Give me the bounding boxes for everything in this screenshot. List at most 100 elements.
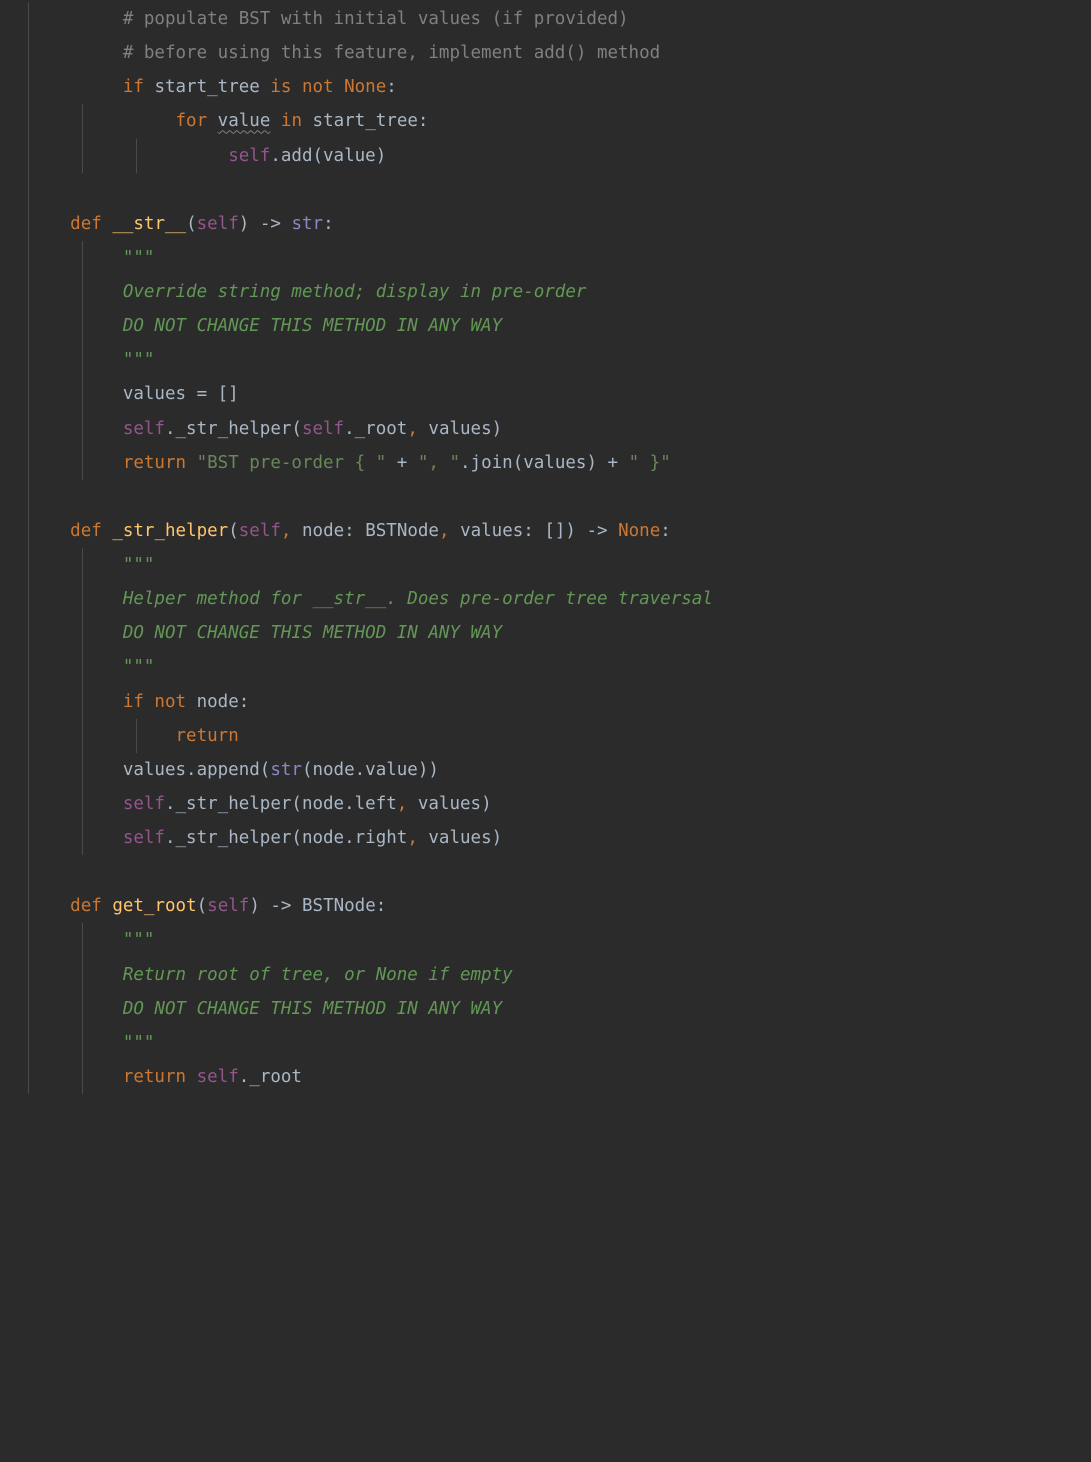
docstring: DO NOT CHANGE THIS METHOD IN ANY WAY [123,316,502,336]
code-line[interactable]: return [0,719,1091,753]
code-editor[interactable]: # populate BST with initial values (if p… [0,0,1091,1124]
code-line[interactable]: Return root of tree, or None if empty [0,958,1091,992]
code-line[interactable]: """ [0,650,1091,684]
call: ._str_helper( [165,419,302,439]
code-line[interactable]: """ [0,1026,1091,1060]
comment: # before using this feature, implement a… [123,43,660,63]
docstring-quote: """ [123,248,155,268]
code-line[interactable]: """ [0,923,1091,957]
code-line[interactable]: def get_root(self) -> BSTNode: [0,889,1091,923]
docstring-quote: """ [123,657,155,677]
string: ", " [418,453,460,473]
code-line[interactable]: # populate BST with initial values (if p… [0,2,1091,36]
arg: values) [418,419,502,439]
code-line[interactable]: values = [] [0,377,1091,411]
code-line[interactable]: self.add(value) [0,139,1091,173]
code-line[interactable]: def __str__(self) -> str: [0,207,1091,241]
code-line[interactable]: """ [0,343,1091,377]
keyword-self: self [239,521,281,541]
docstring-quote: """ [123,1033,155,1053]
code-line[interactable]: DO NOT CHANGE THIS METHOD IN ANY WAY [0,992,1091,1026]
statement: values = [] [123,384,239,404]
string: " }" [629,453,671,473]
comma: , [397,794,408,814]
keyword-none: None [344,77,386,97]
keyword-if: if [123,77,144,97]
paren: ( [228,521,239,541]
code-line[interactable]: if not node: [0,685,1091,719]
code-line[interactable]: DO NOT CHANGE THIS METHOD IN ANY WAY [0,616,1091,650]
docstring: Return root of tree, or None if empty [123,965,513,985]
keyword-return: return [123,453,197,473]
function-name: _str_helper [112,521,228,541]
code-line[interactable]: DO NOT CHANGE THIS METHOD IN ANY WAY [0,309,1091,343]
builtin-str: str [291,214,323,234]
docstring: DO NOT CHANGE THIS METHOD IN ANY WAY [123,999,502,1019]
keyword-self: self [228,146,270,166]
colon: : [386,77,397,97]
colon: : [323,214,334,234]
op: + [386,453,418,473]
code-line[interactable]: for value in start_tree: [0,104,1091,138]
blank-line [0,855,1091,889]
keyword-def: def [70,214,112,234]
function-name: get_root [112,896,196,916]
keyword-none: None [618,521,660,541]
code-line[interactable]: """ [0,548,1091,582]
keyword-return: return [176,726,239,746]
keyword-self: self [197,1067,239,1087]
attr: ._root [344,419,407,439]
call: (node.value)) [302,760,439,780]
docstring-quote: """ [123,930,155,950]
signature: ) -> BSTNode: [249,896,386,916]
builtin-str: str [270,760,302,780]
arg: values) [407,794,491,814]
docstring-quote: """ [123,350,155,370]
blank-line [0,173,1091,207]
keyword-self: self [207,896,249,916]
code-line[interactable]: def _str_helper(self, node: BSTNode, val… [0,514,1091,548]
code-line[interactable]: return "BST pre-order { " + ", ".join(va… [0,446,1091,480]
code-line[interactable]: values.append(str(node.value)) [0,753,1091,787]
identifier: start_tree: [313,111,429,131]
keyword-self: self [123,828,165,848]
keyword-in: in [281,111,302,131]
comment: # populate BST with initial values (if p… [123,9,629,29]
code-line[interactable]: self._str_helper(node.right, values) [0,821,1091,855]
call: ._str_helper(node.left [165,794,397,814]
code-line[interactable]: """ [0,241,1091,275]
code-line[interactable]: Helper method for __str__. Does pre-orde… [0,582,1091,616]
docstring: Override string method; display in pre-o… [123,282,587,302]
code-line[interactable]: if start_tree is not None: [0,70,1091,104]
comma: , [281,521,292,541]
identifier-value: value [218,111,271,131]
code-line[interactable]: Override string method; display in pre-o… [0,275,1091,309]
call: ._str_helper(node.right [165,828,407,848]
keyword-self: self [123,794,165,814]
comma: , [407,419,418,439]
signature: ) -> [239,214,292,234]
code-line[interactable]: return self._root [0,1060,1091,1094]
keyword-def: def [70,896,112,916]
keyword-if-not: if not [123,692,186,712]
docstring: Helper method for __str__. Does pre-orde… [123,589,713,609]
code-line[interactable]: # before using this feature, implement a… [0,36,1091,70]
comma: , [439,521,450,541]
identifier: node: [186,692,249,712]
paren: ( [197,896,208,916]
keyword-for: for [176,111,208,131]
keyword-self: self [197,214,239,234]
colon: : [660,521,671,541]
docstring: DO NOT CHANGE THIS METHOD IN ANY WAY [123,623,502,643]
comma: , [407,828,418,848]
string: "BST pre-order { " [197,453,387,473]
keyword-self: self [123,419,165,439]
code-line[interactable]: self._str_helper(node.left, values) [0,787,1091,821]
paren: ( [186,214,197,234]
param: node: BSTNode [291,521,439,541]
code-line[interactable]: self._str_helper(self._root, values) [0,412,1091,446]
call: .add(value) [270,146,386,166]
docstring-quote: """ [123,555,155,575]
blank-line [0,480,1091,514]
param: values: []) -> [450,521,619,541]
